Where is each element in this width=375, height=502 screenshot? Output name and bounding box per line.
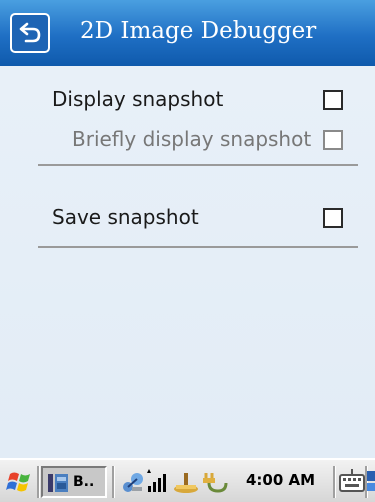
taskbar-clock[interactable]: 4:00 AM <box>246 471 315 489</box>
screen: 2D Image Debugger Display snapshot Brief… <box>0 0 375 502</box>
taskbar-app-button[interactable]: B.. <box>41 466 107 498</box>
save-snapshot-label: Save snapshot <box>52 205 199 229</box>
display-snapshot-label: Display snapshot <box>52 87 224 111</box>
settings-panel: Display snapshot Briefly display snapsho… <box>0 66 375 458</box>
display-snapshot-checkbox[interactable] <box>323 90 343 110</box>
taskbar-separator <box>112 466 115 498</box>
app-window-icon <box>48 474 68 492</box>
briefly-display-snapshot-label: Briefly display snapshot <box>72 127 312 151</box>
title-bar: 2D Image Debugger <box>0 0 375 66</box>
network-icon[interactable] <box>120 469 146 495</box>
briefly-display-snapshot-checkbox[interactable] <box>323 130 343 150</box>
power-plug-icon[interactable] <box>200 469 228 495</box>
back-button[interactable] <box>10 13 50 53</box>
volume-icon[interactable] <box>172 469 200 495</box>
taskbar: B.. 4:00 AM <box>0 458 375 502</box>
back-arrow-icon <box>19 22 41 43</box>
taskbar-app-label: B.. <box>73 474 95 490</box>
signal-strength-icon[interactable] <box>147 469 171 495</box>
divider <box>38 246 358 248</box>
save-snapshot-checkbox[interactable] <box>323 208 343 228</box>
taskbar-separator <box>37 466 40 498</box>
page-title: 2D Image Debugger <box>80 18 317 44</box>
window-switch-icon[interactable] <box>366 467 375 495</box>
keyboard-icon[interactable] <box>338 467 366 495</box>
taskbar-separator <box>333 466 336 498</box>
divider <box>38 164 358 166</box>
windows-flag-icon <box>6 472 30 492</box>
start-button[interactable] <box>5 468 35 496</box>
